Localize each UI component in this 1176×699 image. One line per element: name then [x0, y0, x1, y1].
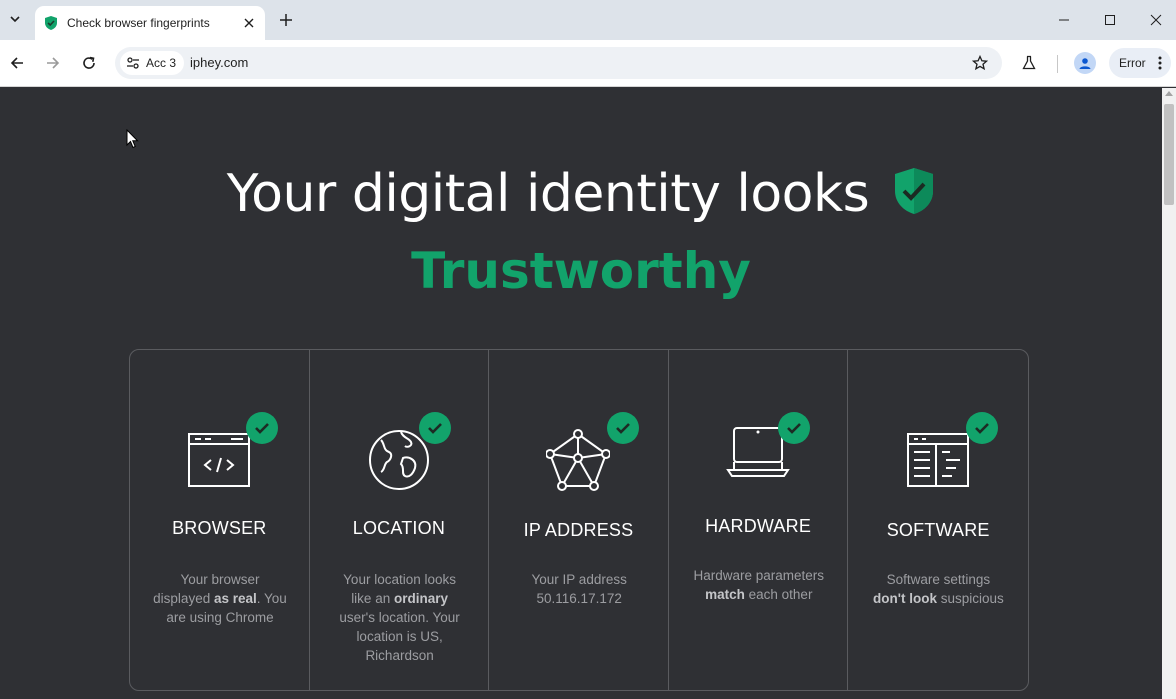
page-content: Your digital identity looks Trustworthy … — [0, 88, 1162, 699]
card-location: LOCATION Your location looks like an ord… — [310, 350, 490, 690]
verdict-text: Trustworthy — [411, 242, 751, 300]
maximize-button[interactable] — [1100, 10, 1120, 30]
error-menu-button[interactable]: Error — [1109, 48, 1171, 78]
page-headline: Your digital identity looks — [0, 164, 1162, 224]
minimize-icon — [1059, 19, 1069, 21]
bookmark-star-icon[interactable] — [970, 53, 990, 73]
reload-icon — [83, 56, 95, 69]
scrollbar-thumb[interactable] — [1164, 104, 1174, 205]
chevron-down-icon — [10, 16, 20, 23]
card-description: Hardware parameters match each other — [693, 568, 825, 602]
card-description: Your browser displayed as real. You are … — [153, 572, 287, 625]
check-badge-icon — [777, 412, 810, 444]
browser-toolbar: Acc 3 iphey.com Error — [0, 40, 1176, 87]
url-text[interactable]: iphey.com — [190, 55, 248, 70]
card-description: Software settings don't look suspicious — [873, 572, 1004, 606]
card-description: Your location looks like an ordinary use… — [339, 572, 460, 663]
card-label: LOCATION — [352, 518, 446, 538]
back-button[interactable] — [6, 52, 28, 74]
card-label: BROWSER — [172, 518, 267, 538]
minimize-button[interactable] — [1054, 10, 1074, 30]
new-tab-button[interactable] — [276, 10, 296, 30]
browser-tab[interactable]: Check browser fingerprints — [35, 6, 265, 40]
card-description: Your IP address 50.116.17.172 — [531, 572, 627, 606]
card-label: IP ADDRESS — [523, 520, 634, 540]
card-ip-address: IP ADDRESS Your IP address 50.116.17.172 — [489, 350, 669, 690]
maximize-icon — [1105, 15, 1115, 25]
profile-chip[interactable]: Acc 3 — [120, 51, 185, 75]
close-window-button[interactable] — [1146, 10, 1166, 30]
card-browser: BROWSER Your browser displayed as real. … — [130, 350, 310, 690]
shield-check-icon — [895, 168, 934, 214]
arrow-left-icon — [10, 57, 23, 69]
close-tab-icon[interactable] — [241, 15, 257, 31]
error-label: Error — [1119, 56, 1146, 70]
tune-icon — [127, 57, 139, 69]
fingerprint-cards: BROWSER Your browser displayed as real. … — [129, 349, 1029, 691]
address-bar[interactable]: Acc 3 iphey.com — [115, 47, 1002, 79]
tab-search-button[interactable] — [4, 8, 26, 30]
browser-code-icon — [188, 433, 251, 487]
more-vert-icon — [1158, 56, 1162, 70]
card-hardware: HARDWARE Hardware parameters match each … — [669, 350, 849, 690]
network-icon — [546, 429, 611, 491]
check-badge-icon — [418, 412, 451, 444]
scroll-up-arrow-icon[interactable] — [1165, 91, 1173, 96]
check-badge-icon — [607, 412, 640, 444]
reload-button[interactable] — [78, 52, 100, 74]
shield-favicon-icon — [45, 16, 57, 30]
software-window-icon — [907, 433, 970, 487]
toolbar-divider — [1057, 55, 1058, 73]
person-icon — [1079, 58, 1091, 69]
card-software: SOFTWARE Software settings don't look su… — [848, 350, 1028, 690]
forward-button[interactable] — [42, 52, 64, 74]
arrow-right-icon — [47, 57, 60, 69]
profile-chip-label: Acc 3 — [146, 56, 177, 70]
mouse-cursor-icon — [126, 129, 139, 149]
title-bar: Check browser fingerprints — [0, 0, 1176, 40]
tab-title: Check browser fingerprints — [67, 16, 210, 30]
profile-avatar[interactable] — [1074, 52, 1096, 74]
plus-icon — [280, 14, 292, 26]
labs-flask-icon[interactable] — [1018, 52, 1040, 74]
headline-text: Your digital identity looks — [226, 164, 870, 224]
card-label: HARDWARE — [705, 516, 812, 536]
check-badge-icon — [246, 412, 278, 444]
card-label: SOFTWARE — [886, 520, 990, 540]
page-scrollbar[interactable] — [1162, 88, 1176, 699]
check-badge-icon — [966, 412, 999, 444]
close-icon — [1150, 14, 1162, 26]
